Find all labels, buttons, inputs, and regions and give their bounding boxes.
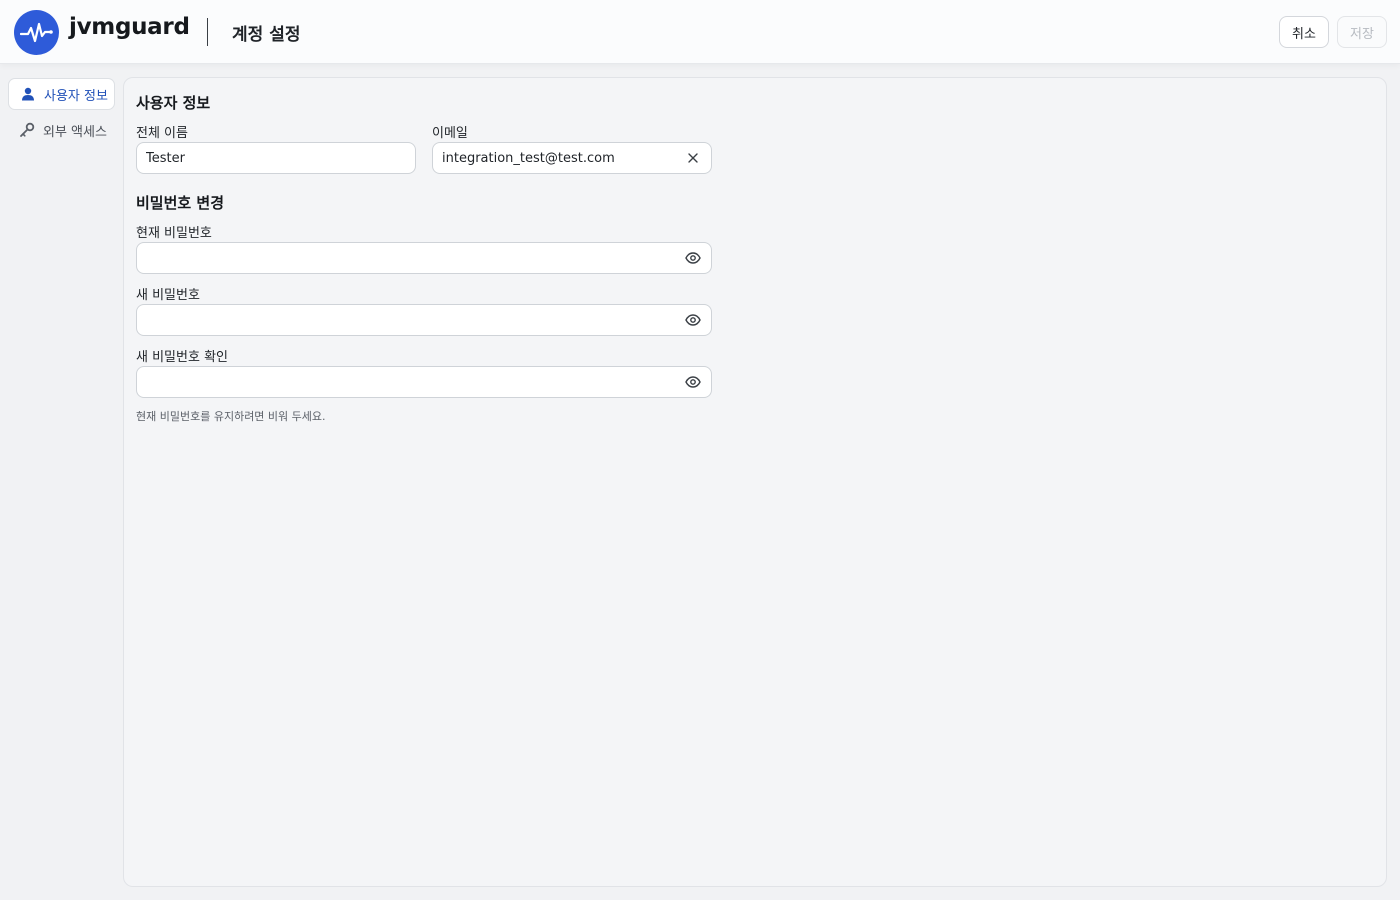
sidebar-item-external-access[interactable]: 외부 액세스 <box>8 114 115 146</box>
user-icon <box>20 86 36 102</box>
current-password-label: 현재 비밀번호 <box>136 226 212 241</box>
full-name-field-wrapper <box>136 142 416 174</box>
section-title-user-info: 사용자 정보 <box>136 94 211 112</box>
clear-icon[interactable] <box>684 149 702 167</box>
eye-icon[interactable] <box>684 311 702 329</box>
section-title-password: 비밀번호 변경 <box>136 194 225 212</box>
email-field-wrapper <box>432 142 712 174</box>
page-title: 계정 설정 <box>232 25 301 45</box>
confirm-password-input[interactable] <box>146 374 684 390</box>
app-logo <box>14 10 59 55</box>
eye-icon[interactable] <box>684 373 702 391</box>
new-password-label: 새 비밀번호 <box>136 288 200 303</box>
current-password-input[interactable] <box>146 250 684 266</box>
eye-icon[interactable] <box>684 249 702 267</box>
current-password-field-wrapper <box>136 242 712 274</box>
settings-panel: 사용자 정보 전체 이름 이메일 비밀번호 변경 현재 비밀번호 새 비밀번호 <box>123 77 1387 887</box>
save-button[interactable]: 저장 <box>1337 16 1387 48</box>
cancel-button[interactable]: 취소 <box>1279 16 1329 48</box>
header-divider <box>207 18 208 46</box>
new-password-input[interactable] <box>146 312 684 328</box>
full-name-label: 전체 이름 <box>136 126 188 141</box>
full-name-input[interactable] <box>146 150 406 166</box>
confirm-password-label: 새 비밀번호 확인 <box>136 350 228 365</box>
sidebar-item-label: 사용자 정보 <box>44 88 108 104</box>
app-header: jvmguard 계정 설정 취소 저장 <box>0 0 1400 64</box>
sidebar-item-user-info[interactable]: 사용자 정보 <box>8 78 115 110</box>
sidebar-item-label: 외부 액세스 <box>43 124 107 140</box>
new-password-field-wrapper <box>136 304 712 336</box>
heartbeat-icon <box>19 22 53 42</box>
password-hint: 현재 비밀번호를 유지하려면 비워 두세요. <box>136 410 326 423</box>
email-label: 이메일 <box>432 126 468 141</box>
key-icon <box>19 122 35 138</box>
email-input[interactable] <box>442 150 684 166</box>
confirm-password-field-wrapper <box>136 366 712 398</box>
brand-name: jvmguard <box>69 14 190 40</box>
